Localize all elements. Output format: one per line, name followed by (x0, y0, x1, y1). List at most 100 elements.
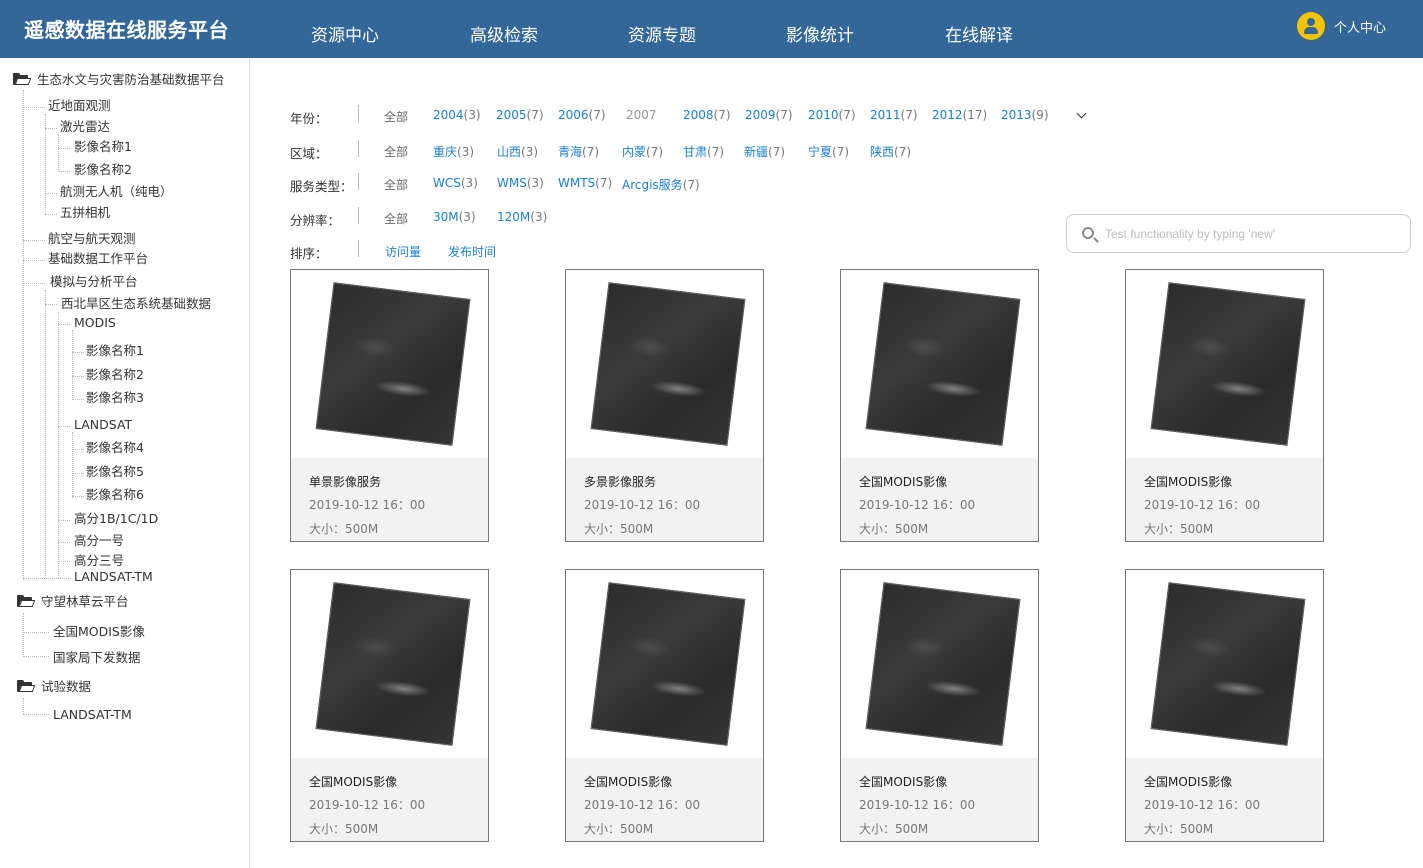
filter-year-2011[interactable]: 2011(7) (870, 108, 918, 122)
tree-node-bureau-data[interactable]: 国家局下发数据 (53, 650, 141, 666)
filter-service-all[interactable]: 全部 (384, 176, 408, 193)
filter-region-all[interactable]: 全部 (384, 143, 408, 160)
card-size: 大小：500M (1144, 522, 1214, 536)
tree-node-modis-image-2[interactable]: 影像名称2 (86, 367, 144, 383)
card-info: 全国MODIS影像 2019-10-12 16：00 大小：500M (291, 758, 488, 841)
dataset-card[interactable]: 全国MODIS影像 2019-10-12 16：00 大小：500M (840, 269, 1039, 542)
tree-node-uav[interactable]: 航测无人机（纯电） (60, 184, 173, 200)
card-thumbnail (566, 570, 763, 758)
filter-region-gansu[interactable]: 甘肃(7) (683, 143, 724, 160)
tree-node-landsat[interactable]: LANDSAT (74, 417, 132, 433)
tree-node-landsat-image-5[interactable]: 影像名称5 (86, 464, 144, 480)
brand-title[interactable]: 遥感数据在线服务平台 (24, 14, 229, 43)
dataset-card[interactable]: 全国MODIS影像 2019-10-12 16：00 大小：500M (1125, 269, 1324, 542)
filter-year-2004[interactable]: 2004(3) (433, 108, 481, 122)
resource-tree-sidebar: 生态水文与灾害防治基础数据平台 近地面观测 激光雷达 影像名称1 影像名称2 航… (0, 58, 250, 868)
filter-region-shaanxi[interactable]: 陕西(7) (870, 143, 911, 160)
top-header: 遥感数据在线服务平台 资源中心 高级检索 资源专题 影像统计 在线解译 个人中心 (0, 0, 1423, 58)
filter-year-2008[interactable]: 2008(7) (683, 108, 731, 122)
filter-label-service-type: 服务类型： (290, 179, 353, 194)
card-thumbnail (566, 270, 763, 458)
filter-resolution-30m[interactable]: 30M(3) (433, 210, 476, 224)
tree-node-five-lens-camera[interactable]: 五拼相机 (60, 205, 110, 221)
expand-years-chevron-down-icon[interactable] (1076, 108, 1087, 119)
tree-node-gaofen-1[interactable]: 高分一号 (74, 533, 124, 549)
dataset-card[interactable]: 全国MODIS影像 2019-10-12 16：00 大小：500M (1125, 569, 1324, 842)
filter-year-2012[interactable]: 2012(17) (932, 108, 987, 122)
search-icon[interactable] (1082, 227, 1094, 239)
tree-node-lidar[interactable]: 激光雷达 (60, 119, 110, 135)
filter-service-arcgis[interactable]: Arcgis服务(7) (622, 176, 700, 193)
card-info: 全国MODIS影像 2019-10-12 16：00 大小：500M (1126, 458, 1323, 541)
filter-year-2007[interactable]: 2007 (626, 108, 657, 122)
card-date: 2019-10-12 16：00 (309, 498, 426, 512)
filter-region-shanxi[interactable]: 山西(3) (497, 143, 538, 160)
tree-node-ecohydrology-platform[interactable]: 生态水文与灾害防治基础数据平台 (13, 72, 225, 88)
nav-resource-topics[interactable]: 资源专题 (628, 21, 696, 46)
filter-service-wms[interactable]: WMS(3) (497, 176, 544, 190)
dataset-card[interactable]: 多景影像服务 2019-10-12 16：00 大小：500M (565, 269, 764, 542)
card-title: 全国MODIS影像 (1144, 775, 1233, 789)
search-input[interactable] (1105, 223, 1395, 245)
filter-year-2013[interactable]: 2013(9) (1001, 108, 1049, 122)
filter-year-all[interactable]: 全部 (384, 108, 408, 125)
tree-node-image-2[interactable]: 影像名称2 (74, 162, 132, 178)
tree-node-modis-image-1[interactable]: 影像名称1 (86, 343, 144, 359)
tree-node-simulation-platform[interactable]: 模拟与分析平台 (50, 274, 138, 290)
filter-region-neimeng[interactable]: 内蒙(7) (622, 143, 663, 160)
filter-year-2010[interactable]: 2010(7) (808, 108, 856, 122)
folder-open-icon (17, 595, 36, 607)
tree-node-experimental-landsat-tm[interactable]: LANDSAT-TM (53, 707, 132, 723)
card-title: 全国MODIS影像 (1144, 475, 1233, 489)
satellite-image (315, 582, 471, 746)
dataset-card[interactable]: 全国MODIS影像 2019-10-12 16：00 大小：500M (565, 569, 764, 842)
tree-node-modis[interactable]: MODIS (74, 315, 116, 331)
card-thumbnail (291, 570, 488, 758)
sort-by-publish-time[interactable]: 发布时间 (448, 243, 496, 260)
card-thumbnail (1126, 570, 1323, 758)
tree-node-gaofen-3[interactable]: 高分三号 (74, 553, 124, 569)
filter-label-year: 年份： (290, 111, 328, 126)
tree-node-modis-image-3[interactable]: 影像名称3 (86, 390, 144, 406)
tree-node-image-1[interactable]: 影像名称1 (74, 139, 132, 155)
sort-by-visits[interactable]: 访问量 (385, 243, 421, 260)
filter-service-wmts[interactable]: WMTS(7) (558, 176, 612, 190)
filter-divider (358, 240, 359, 257)
dataset-card[interactable]: 单景影像服务 2019-10-12 16：00 大小：500M (290, 269, 489, 542)
folder-open-icon (13, 73, 32, 85)
filter-region-chongqing[interactable]: 重庆(3) (433, 143, 474, 160)
satellite-image (1150, 282, 1306, 446)
user-center[interactable]: 个人中心 (1296, 12, 1386, 40)
filter-service-wcs[interactable]: WCS(3) (433, 176, 478, 190)
tree-node-gaofen-1b-1c-1d[interactable]: 高分1B/1C/1D (74, 511, 158, 527)
filter-year-2006[interactable]: 2006(7) (558, 108, 606, 122)
tree-node-landsat-tm[interactable]: LANDSAT-TM (74, 569, 153, 585)
filter-year-2005[interactable]: 2005(7) (496, 108, 544, 122)
dataset-card[interactable]: 全国MODIS影像 2019-10-12 16：00 大小：500M (840, 569, 1039, 842)
nav-advanced-search[interactable]: 高级检索 (470, 21, 538, 46)
tree-node-landsat-image-4[interactable]: 影像名称4 (86, 440, 144, 456)
nav-image-statistics[interactable]: 影像统计 (786, 21, 854, 46)
tree-node-northwest-ecosystem-data[interactable]: 西北旱区生态系统基础数据 (61, 296, 211, 312)
tree-node-basic-data-platform[interactable]: 基础数据工作平台 (48, 251, 148, 267)
filter-resolution-120m[interactable]: 120M(3) (497, 210, 547, 224)
filter-region-ningxia[interactable]: 宁夏(7) (808, 143, 849, 160)
tree-node-national-modis[interactable]: 全国MODIS影像 (53, 624, 145, 640)
dataset-card[interactable]: 全国MODIS影像 2019-10-12 16：00 大小：500M (290, 569, 489, 842)
filter-year-2009[interactable]: 2009(7) (745, 108, 793, 122)
tree-node-forest-grass-cloud[interactable]: 守望林草云平台 (17, 594, 129, 610)
filter-region-xinjiang[interactable]: 新疆(7) (744, 143, 785, 160)
filter-region-qinghai[interactable]: 青海(7) (558, 143, 599, 160)
user-center-label: 个人中心 (1333, 20, 1386, 36)
nav-resource-center[interactable]: 资源中心 (311, 21, 379, 46)
filter-resolution-all[interactable]: 全部 (384, 210, 408, 227)
card-title: 多景影像服务 (584, 475, 657, 489)
tree-node-landsat-image-6[interactable]: 影像名称6 (86, 487, 144, 503)
tree-node-ground-observation[interactable]: 近地面观测 (48, 98, 111, 114)
tree-node-aerospace-observation[interactable]: 航空与航天观测 (48, 231, 136, 247)
card-info: 单景影像服务 2019-10-12 16：00 大小：500M (291, 458, 488, 541)
filter-label-resolution: 分辨率： (290, 213, 341, 228)
card-date: 2019-10-12 16：00 (859, 798, 976, 812)
tree-node-experimental-data[interactable]: 试验数据 (17, 679, 91, 695)
nav-online-interpretation[interactable]: 在线解译 (945, 21, 1013, 46)
